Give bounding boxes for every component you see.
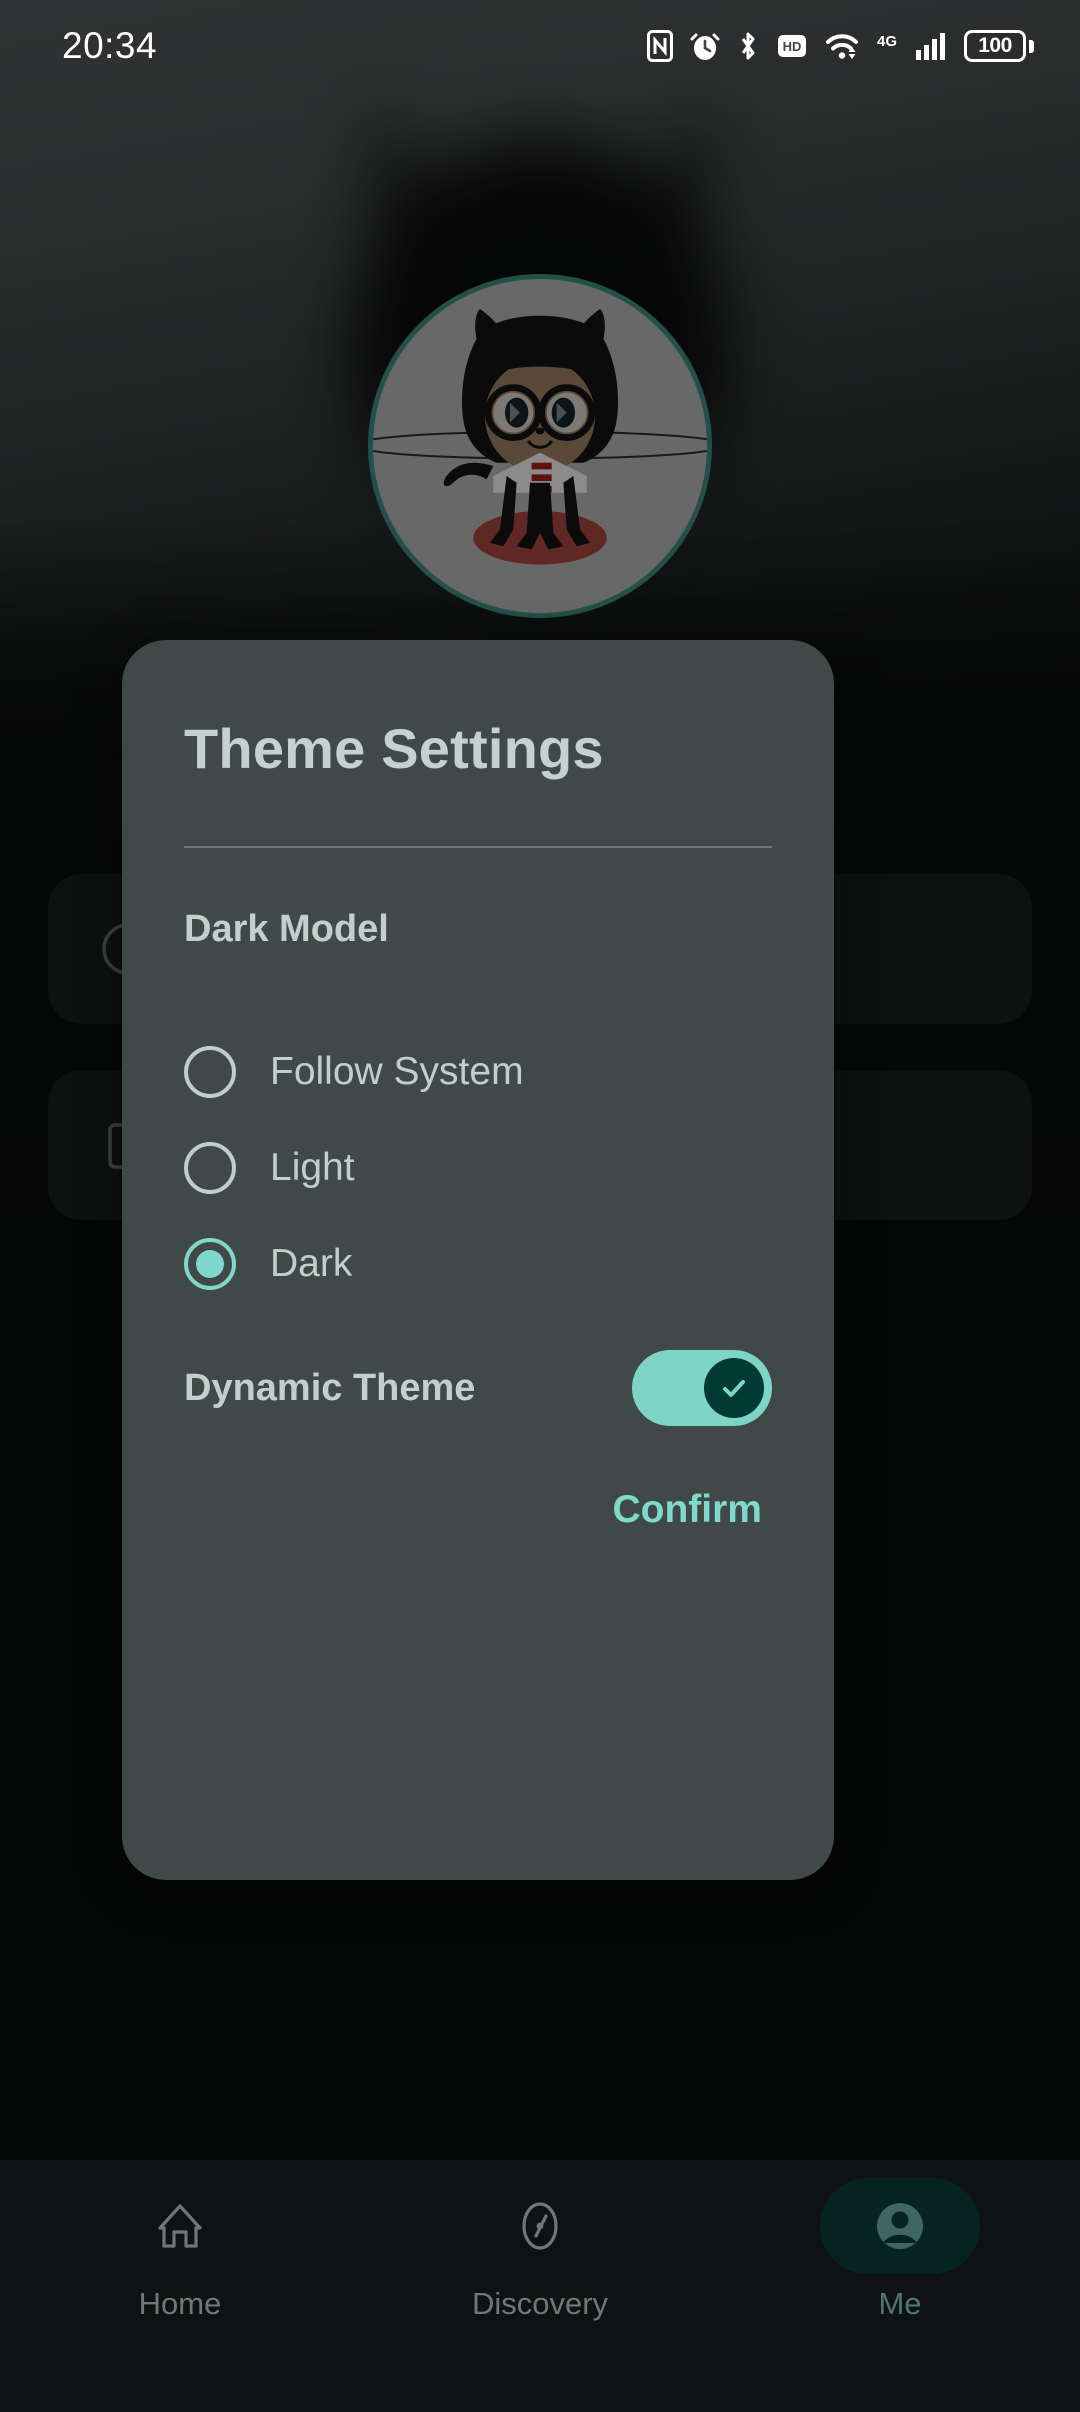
bluetooth-icon — [741, 32, 755, 60]
status-bar: 20:34 HD 4G 100 — [0, 0, 1080, 92]
status-bar-icons: HD 4G 100 — [647, 30, 1034, 62]
radio-option-follow-system[interactable]: Follow System — [184, 1036, 774, 1108]
radio-button-follow-system-icon[interactable] — [184, 1046, 236, 1098]
nav-item-home-label: Home — [138, 2286, 222, 2321]
svg-text:HD: HD — [783, 39, 802, 54]
alarm-icon — [690, 33, 720, 60]
dynamic-theme-label: Dynamic Theme — [184, 1366, 476, 1409]
person-icon[interactable] — [820, 2178, 980, 2274]
nav-item-discovery[interactable]: Discovery — [360, 2178, 720, 2322]
home-icon[interactable] — [100, 2178, 260, 2274]
radio-option-dark[interactable]: Dark — [184, 1228, 774, 1300]
dialog-title: Theme Settings — [184, 717, 604, 780]
radio-option-dark-label: Dark — [270, 1242, 353, 1285]
dialog-divider — [184, 846, 772, 848]
nfc-icon — [647, 30, 673, 62]
status-bar-clock: 20:34 — [62, 25, 158, 66]
phone-screen: 20:34 HD 4G 100 Theme Settings Dark Mode… — [0, 0, 1080, 2412]
radio-dot — [196, 1250, 224, 1278]
battery-icon: 100 — [964, 30, 1034, 62]
dynamic-theme-row: Dynamic Theme — [184, 1340, 772, 1436]
nav-item-home[interactable]: Home — [0, 2178, 360, 2322]
confirm-button[interactable]: Confirm — [599, 1478, 777, 1542]
radio-button-dark-selected-icon[interactable] — [184, 1238, 236, 1290]
bottom-navigation-bar: Home Discovery Me — [0, 2160, 1080, 2412]
radio-button-light-icon[interactable] — [184, 1142, 236, 1194]
signal-bars-icon — [916, 33, 945, 60]
theme-settings-dialog: Theme Settings Dark Model Follow System … — [122, 640, 834, 1880]
check-icon — [723, 1380, 745, 1397]
network-4g-icon: 4G — [877, 33, 897, 50]
dynamic-theme-toggle[interactable] — [632, 1350, 772, 1426]
nav-item-discovery-label: Discovery — [471, 2286, 609, 2321]
toggle-thumb — [704, 1358, 764, 1418]
radio-option-light[interactable]: Light — [184, 1132, 774, 1204]
battery-level-label: 100 — [978, 34, 1012, 57]
nav-item-me-label: Me — [878, 2286, 922, 2321]
radio-option-light-label: Light — [270, 1146, 355, 1189]
dark-model-section-label: Dark Model — [184, 908, 389, 950]
hd-icon: HD — [778, 35, 806, 57]
wifi-icon — [826, 34, 858, 59]
nav-item-me[interactable]: Me — [720, 2178, 1080, 2322]
svg-text:4G: 4G — [877, 33, 897, 50]
radio-option-follow-system-label: Follow System — [270, 1050, 524, 1093]
compass-icon[interactable] — [460, 2178, 620, 2274]
